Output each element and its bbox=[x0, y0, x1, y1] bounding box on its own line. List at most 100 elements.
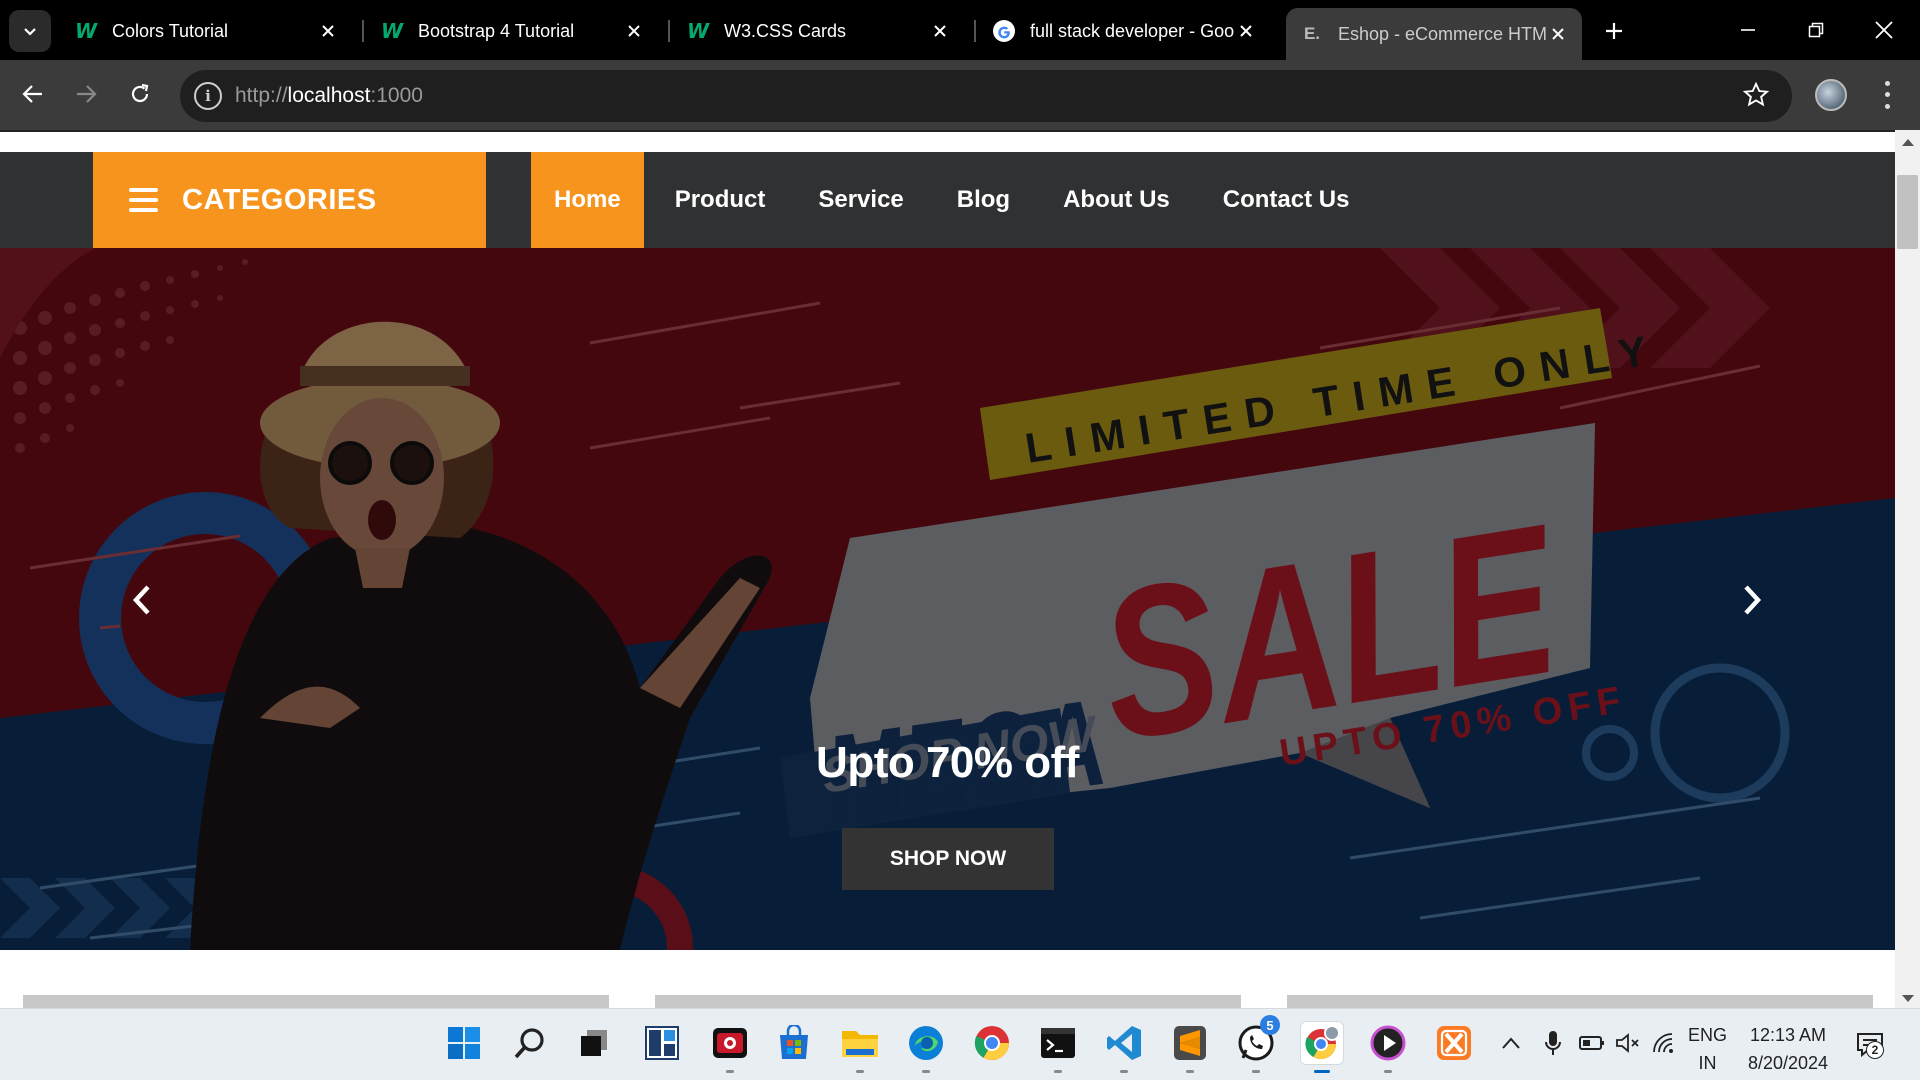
browser-menu-icon[interactable] bbox=[1880, 78, 1894, 112]
forward-button[interactable] bbox=[66, 74, 106, 114]
whatsapp-icon[interactable]: 5 bbox=[1234, 1015, 1280, 1073]
sublime-text-icon[interactable] bbox=[1168, 1021, 1212, 1073]
google-icon bbox=[992, 19, 1016, 43]
arrow-right-icon bbox=[77, 85, 97, 103]
close-tab-icon[interactable] bbox=[622, 19, 646, 43]
url-port: :1000 bbox=[370, 84, 423, 107]
menu-item-contact-us[interactable]: Contact Us bbox=[1201, 152, 1372, 248]
back-button[interactable] bbox=[13, 74, 53, 114]
file-explorer-icon[interactable] bbox=[838, 1021, 882, 1073]
hero-carousel: LIMITED TIME ONLY MEGA SALE UPTO 70% OFF… bbox=[0, 248, 1895, 950]
carousel-next-button[interactable] bbox=[1730, 578, 1774, 622]
windows-start-icon[interactable] bbox=[442, 1021, 486, 1065]
tab-title: Colors Tutorial bbox=[112, 20, 229, 41]
edge-icon[interactable] bbox=[904, 1021, 948, 1073]
new-tab-button[interactable] bbox=[1598, 15, 1630, 47]
w3schools-icon: W bbox=[74, 19, 98, 43]
speaker-muted-icon[interactable] bbox=[1612, 1025, 1644, 1061]
product-card-top bbox=[23, 995, 609, 1008]
carousel-prev-button[interactable] bbox=[120, 578, 164, 622]
close-window-button[interactable] bbox=[1860, 10, 1908, 50]
scroll-down-icon[interactable] bbox=[1902, 995, 1914, 1002]
categories-label: CATEGORIES bbox=[182, 183, 377, 216]
browser-tab-w3css-cards[interactable]: W W3.CSS Cards bbox=[672, 10, 964, 52]
running-indicator bbox=[1252, 1070, 1260, 1073]
scrollbar-thumb[interactable] bbox=[1897, 175, 1918, 249]
show-hidden-icons-chevron-up-icon[interactable] bbox=[1496, 1025, 1526, 1061]
chrome-profile-icon[interactable] bbox=[1300, 1021, 1344, 1073]
tab-separator bbox=[362, 20, 364, 42]
minimize-icon bbox=[1741, 29, 1755, 31]
page-viewport: CATEGORIES Home Product Service Blog Abo… bbox=[0, 130, 1920, 1008]
close-tab-icon[interactable] bbox=[1234, 19, 1258, 43]
running-indicator bbox=[1384, 1070, 1392, 1073]
xampp-icon[interactable] bbox=[1432, 1021, 1476, 1065]
browser-tab-google-search[interactable]: full stack developer - Goo bbox=[978, 10, 1270, 52]
tab-separator bbox=[974, 20, 976, 42]
clock-time: 12:13 AM bbox=[1749, 1025, 1827, 1045]
tab-search-button[interactable] bbox=[9, 10, 51, 52]
page-top-strip bbox=[0, 130, 1895, 152]
microsoft-store-icon[interactable] bbox=[772, 1021, 816, 1065]
categories-button[interactable]: CATEGORIES bbox=[93, 152, 486, 248]
notification-count-badge: 2 bbox=[1866, 1041, 1884, 1059]
running-indicator bbox=[856, 1070, 864, 1073]
product-card-top bbox=[655, 995, 1241, 1008]
battery-icon[interactable] bbox=[1576, 1025, 1608, 1061]
chevron-left-icon bbox=[132, 585, 150, 615]
close-tab-icon[interactable] bbox=[928, 19, 952, 43]
wifi-icon[interactable] bbox=[1648, 1025, 1680, 1061]
tab-title: W3.CSS Cards bbox=[724, 20, 847, 41]
scroll-up-icon[interactable] bbox=[1902, 139, 1914, 146]
browser-tab-bootstrap-4-tutorial[interactable]: W Bootstrap 4 Tutorial bbox=[366, 10, 658, 52]
menu-item-blog[interactable]: Blog bbox=[935, 152, 1032, 248]
chrome-icon[interactable] bbox=[970, 1021, 1014, 1065]
bookmark-star-icon[interactable] bbox=[1742, 81, 1770, 109]
media-player-icon[interactable] bbox=[1366, 1021, 1410, 1073]
close-tab-icon[interactable] bbox=[316, 19, 340, 43]
running-indicator bbox=[1120, 1070, 1128, 1073]
whatsapp-badge: 5 bbox=[1260, 1015, 1280, 1035]
browser-tab-bar: W Colors Tutorial W Bootstrap 4 Tutorial… bbox=[0, 0, 1920, 60]
vscode-icon[interactable] bbox=[1102, 1021, 1146, 1073]
widgets-icon[interactable] bbox=[640, 1021, 684, 1065]
shop-now-button[interactable]: SHOP NOW bbox=[842, 828, 1054, 890]
reload-button[interactable] bbox=[120, 74, 160, 114]
language-indicator[interactable]: ENG IN bbox=[1688, 1021, 1727, 1077]
hero-caption-title: Upto 70% off bbox=[816, 738, 1079, 787]
clock[interactable]: 12:13 AM 8/20/2024 bbox=[1740, 1021, 1836, 1077]
address-bar[interactable]: i http://localhost:1000 bbox=[180, 70, 1792, 122]
page-scrollbar[interactable] bbox=[1895, 130, 1920, 1008]
terminal-icon[interactable] bbox=[1036, 1021, 1080, 1073]
menu-item-home[interactable]: Home bbox=[531, 152, 644, 248]
language-region: IN bbox=[1698, 1053, 1717, 1073]
restore-button[interactable] bbox=[1792, 10, 1840, 50]
tab-title: Bootstrap 4 Tutorial bbox=[418, 20, 575, 41]
menu-item-product[interactable]: Product bbox=[653, 152, 788, 248]
menu-item-about-us[interactable]: About Us bbox=[1041, 152, 1192, 248]
reload-icon bbox=[131, 83, 149, 103]
profile-avatar[interactable] bbox=[1815, 79, 1847, 111]
screen-recorder-icon[interactable] bbox=[708, 1021, 752, 1073]
chevron-down-icon bbox=[24, 28, 36, 36]
search-icon[interactable] bbox=[508, 1021, 552, 1065]
notification-center-icon[interactable]: 2 bbox=[1856, 1031, 1886, 1059]
url-scheme: http:// bbox=[235, 84, 288, 107]
chevron-right-icon bbox=[1744, 585, 1762, 615]
close-tab-icon[interactable] bbox=[1546, 22, 1570, 46]
task-view-icon[interactable] bbox=[572, 1021, 616, 1065]
menu-item-service[interactable]: Service bbox=[796, 152, 925, 248]
running-indicator bbox=[1186, 1070, 1194, 1073]
clock-date: 8/20/2024 bbox=[1747, 1053, 1829, 1073]
url-host: localhost bbox=[287, 84, 371, 107]
microphone-icon[interactable] bbox=[1538, 1025, 1568, 1061]
running-indicator bbox=[726, 1070, 734, 1073]
running-indicator bbox=[1054, 1070, 1062, 1073]
browser-tab-eshop[interactable]: E. Eshop - eCommerce HTM bbox=[1286, 8, 1582, 60]
site-info-icon[interactable]: i bbox=[194, 82, 222, 110]
close-icon bbox=[1875, 21, 1893, 39]
running-indicator bbox=[922, 1070, 930, 1073]
minimize-button[interactable] bbox=[1724, 10, 1772, 50]
url-text[interactable]: http://localhost:1000 bbox=[235, 84, 423, 108]
browser-tab-colors-tutorial[interactable]: W Colors Tutorial bbox=[60, 10, 352, 52]
